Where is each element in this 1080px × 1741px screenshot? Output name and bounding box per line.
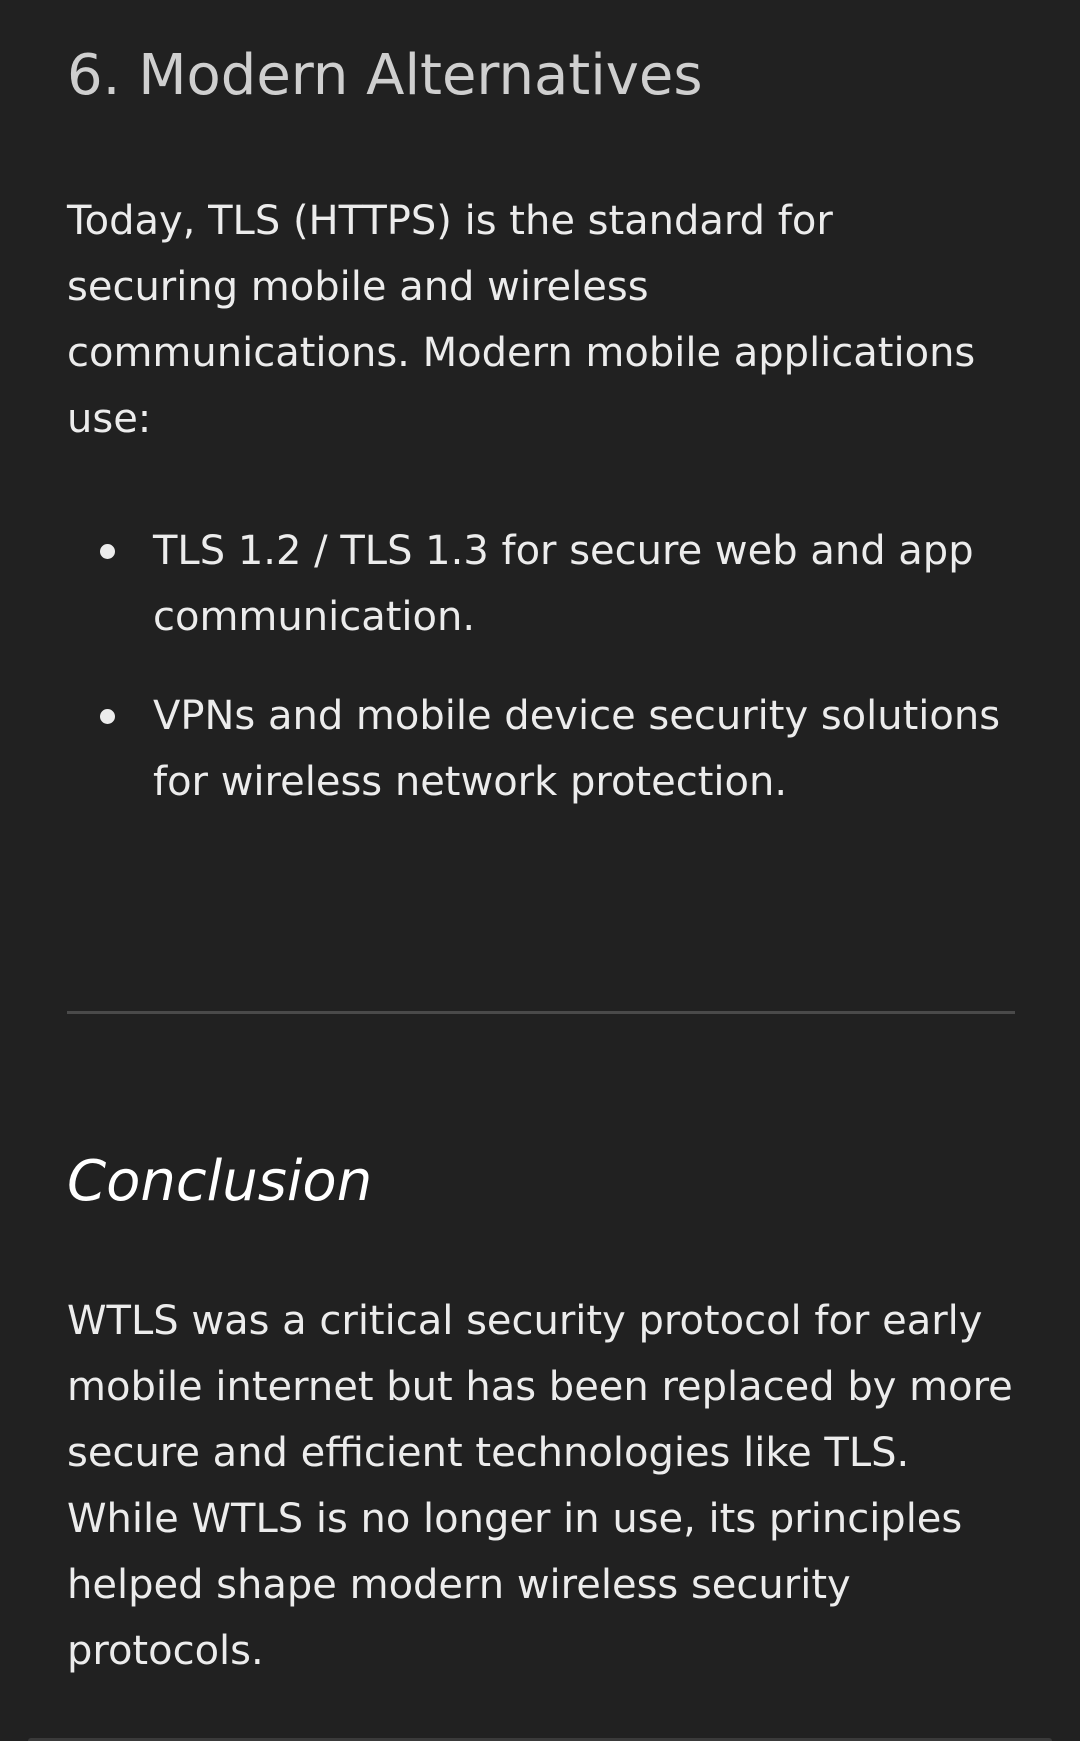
conclusion-heading: Conclusion xyxy=(67,1149,373,1214)
section-heading: 6. Modern Alternatives xyxy=(67,43,703,108)
bullet-icon xyxy=(100,544,115,559)
list-item: TLS 1.2 / TLS 1.3 for secure web and app… xyxy=(67,518,1017,650)
list-item-text: VPNs and mobile device security solution… xyxy=(153,693,1001,805)
list-item: VPNs and mobile device security solution… xyxy=(67,683,1017,815)
intro-paragraph: Today, TLS (HTTPS) is the standard for s… xyxy=(67,198,976,442)
list-item-text: TLS 1.2 / TLS 1.3 for secure web and app… xyxy=(153,528,974,640)
bullet-list: TLS 1.2 / TLS 1.3 for secure web and app… xyxy=(67,518,1017,848)
bullet-icon xyxy=(100,709,115,724)
conclusion-paragraph: WTLS was a critical security protocol fo… xyxy=(67,1298,1013,1674)
section-divider xyxy=(67,1011,1015,1014)
